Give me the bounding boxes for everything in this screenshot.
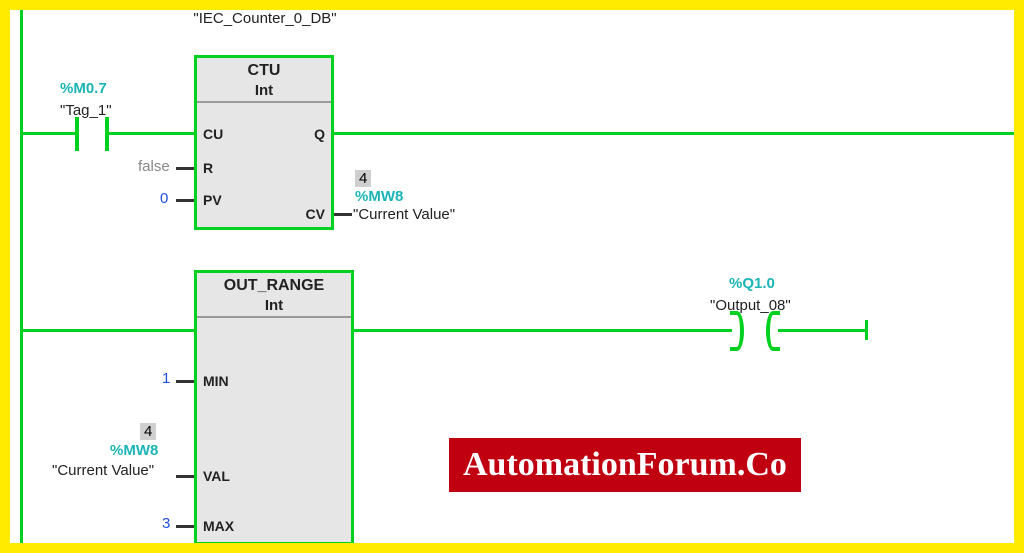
left-rail-2 (20, 329, 23, 549)
pin-cu: CU (203, 126, 223, 142)
pin-max: MAX (203, 518, 234, 534)
ctu-header: CTU Int (197, 58, 331, 103)
left-rail (20, 10, 23, 329)
pin-min: MIN (203, 373, 229, 389)
pin-cv: CV (306, 206, 325, 222)
stub-min (176, 380, 194, 383)
wire-r2-1 (20, 329, 194, 332)
pin-r: R (203, 160, 213, 176)
cv-symbol: "Current Value" (353, 206, 455, 223)
contact-address: %M0.7 (60, 80, 107, 97)
outrange-type: Int (197, 297, 351, 314)
outrange-header: OUT_RANGE Int (197, 273, 351, 318)
ctu-block[interactable]: CTU Int CU R PV Q CV (194, 55, 334, 230)
wire-r1-q (334, 132, 1014, 135)
wire-r2-tail (778, 329, 868, 332)
watermark-banner: AutomationForum.Co (449, 438, 801, 492)
cv-overlay: 4 (355, 170, 371, 187)
wire-r1-2 (109, 132, 194, 135)
coil-address: %Q1.0 (729, 275, 775, 292)
pin-pv: PV (203, 192, 222, 208)
stub-val (176, 475, 194, 478)
stub-r (176, 167, 194, 170)
val-overlay: 4 (140, 423, 156, 440)
ctu-type: Int (197, 82, 331, 99)
ctu-pv-value: 0 (160, 190, 168, 207)
val-symbol: "Current Value" (52, 462, 154, 479)
wire-r1-1 (20, 132, 75, 135)
pin-q: Q (314, 126, 325, 142)
contact-symbol: "Tag_1" (60, 102, 112, 119)
stub-max (176, 525, 194, 528)
wire-r2-end (865, 320, 868, 340)
stub-cv (334, 213, 352, 216)
stub-pv (176, 199, 194, 202)
wire-r2-out (354, 329, 732, 332)
max-value: 3 (162, 515, 170, 532)
ctu-instance-name: "IEC_Counter_0_DB" (180, 10, 350, 27)
outrange-title: OUT_RANGE (197, 277, 351, 295)
ctu-r-value: false (138, 158, 170, 175)
outrange-block[interactable]: OUT_RANGE Int MIN VAL MAX (194, 270, 354, 545)
ctu-title: CTU (197, 62, 331, 80)
min-value: 1 (162, 370, 170, 387)
cv-address: %MW8 (355, 188, 403, 205)
val-address: %MW8 (110, 442, 158, 459)
pin-val: VAL (203, 468, 230, 484)
ladder-canvas: "IEC_Counter_0_DB" %M0.7 "Tag_1" CTU Int… (10, 10, 1014, 543)
diagram-frame: "IEC_Counter_0_DB" %M0.7 "Tag_1" CTU Int… (0, 0, 1024, 553)
